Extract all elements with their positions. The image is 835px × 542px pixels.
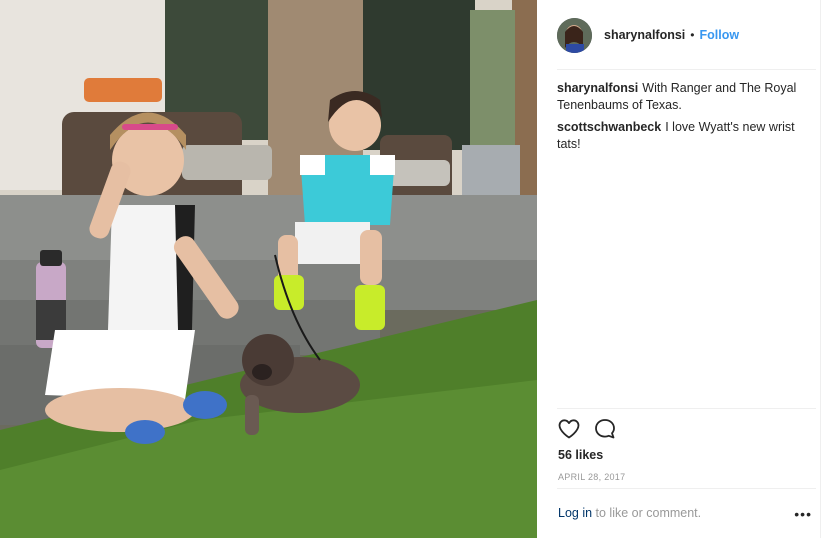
login-link[interactable]: Log in <box>558 506 592 520</box>
caption-comment: sharynalfonsi With Ranger and The Royal T… <box>557 80 816 114</box>
post-date[interactable]: APRIL 28, 2017 <box>558 472 625 482</box>
comment-bubble-icon[interactable] <box>593 417 617 441</box>
likes-count[interactable]: 56 likes <box>558 448 603 462</box>
photo-illustration <box>0 0 537 538</box>
login-prompt: Log in to like or comment. <box>558 506 701 520</box>
post-header: sharynalfonsi • Follow <box>557 16 820 54</box>
avatar-image <box>557 17 592 53</box>
post-sidebar: sharynalfonsi • Follow sharynalfonsi With… <box>537 0 821 538</box>
actions-divider <box>557 408 816 409</box>
username-link[interactable]: sharynalfonsi <box>604 28 685 42</box>
footer-divider <box>557 488 816 489</box>
comment-author[interactable]: sharynalfonsi <box>557 81 638 95</box>
post-photo[interactable] <box>0 0 537 538</box>
heart-icon[interactable] <box>557 417 581 441</box>
instagram-post: sharynalfonsi • Follow sharynalfonsi With… <box>0 0 835 542</box>
header-divider <box>557 69 816 70</box>
list-item-comment: scottschwanbeck I love Wyatt's new wrist … <box>557 119 816 153</box>
comments-list: sharynalfonsi With Ranger and The Royal T… <box>557 80 816 158</box>
follow-button[interactable]: Follow <box>699 28 739 42</box>
avatar[interactable] <box>557 17 592 53</box>
login-prompt-text: to like or comment. <box>592 506 702 520</box>
action-bar <box>557 416 629 442</box>
more-options-icon[interactable]: ••• <box>794 506 812 522</box>
comment-author[interactable]: scottschwanbeck <box>557 120 661 134</box>
separator-dot: • <box>690 28 695 42</box>
